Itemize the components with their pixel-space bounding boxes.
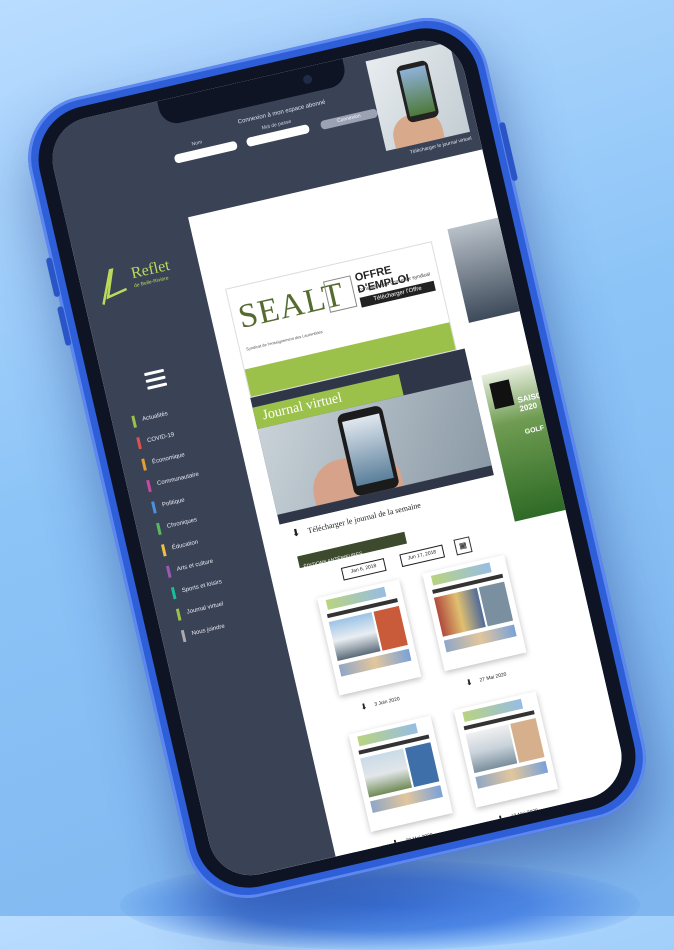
menu-label: Journal virtuel xyxy=(186,601,225,616)
phone-mockup: Reflet de Belle-Rivière Connexion à mon … xyxy=(15,5,659,911)
phone-screen: Reflet de Belle-Rivière Connexion à mon … xyxy=(44,32,630,884)
phone-image xyxy=(395,59,440,124)
ad-subtitle: GOLF xyxy=(524,424,545,436)
menu-label: Économique xyxy=(151,452,186,466)
edition-photo xyxy=(328,612,381,662)
menu-label: Actualités xyxy=(141,411,169,423)
menu-label: Éducation xyxy=(171,539,199,552)
union-badges-icon xyxy=(322,275,358,313)
edition-photo xyxy=(360,748,413,798)
menu-label: Sports et loisirs xyxy=(181,579,223,595)
menu-label: Chroniques xyxy=(166,517,198,530)
edition-photo xyxy=(465,724,518,774)
menu-label: Communautaire xyxy=(156,471,200,488)
camera-icon xyxy=(302,74,313,85)
hamburger-menu-icon[interactable] xyxy=(143,368,168,394)
menu-label: Politique xyxy=(161,497,186,509)
menu-label: Nous joindre xyxy=(191,623,226,638)
edition-photo xyxy=(433,587,486,637)
ad-poster-icon xyxy=(489,379,515,410)
menu-label: COVID-19 xyxy=(146,432,176,445)
menu-label: Arts et culture xyxy=(176,558,214,573)
